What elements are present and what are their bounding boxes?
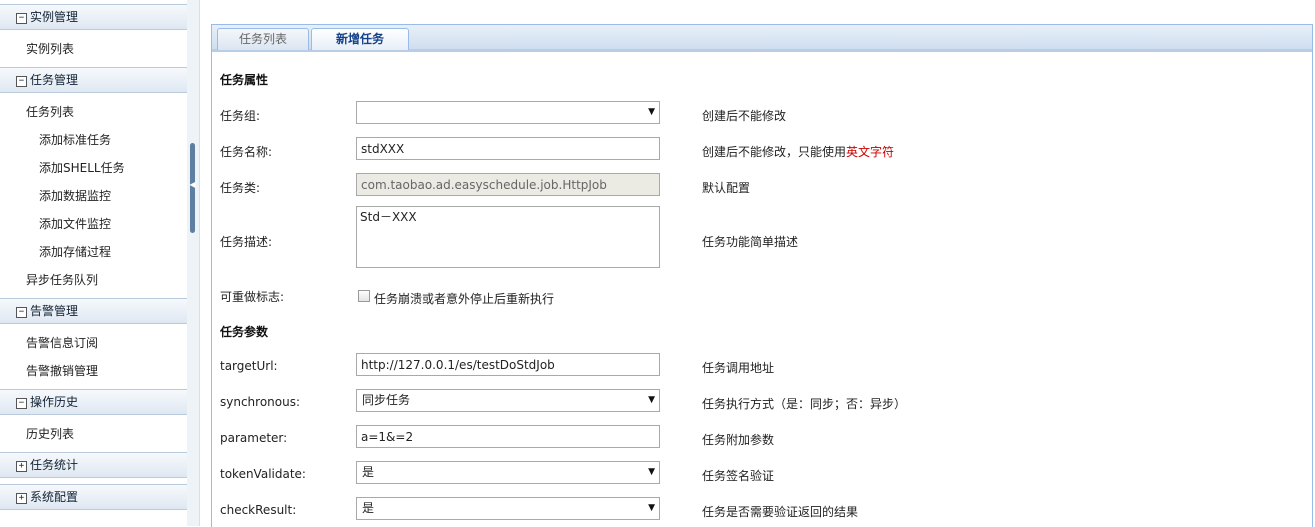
parameter-label: parameter: — [220, 431, 288, 445]
nav-item-add-file-monitor[interactable]: 添加文件监控 — [0, 210, 187, 238]
synchronous-value: 同步任务 — [362, 393, 411, 407]
nav-group-label: 操作历史 — [30, 395, 79, 409]
task-name-hint-highlight: 英文字符 — [846, 145, 895, 159]
task-group-hint: 创建后不能修改 — [702, 109, 787, 123]
check-result-select[interactable]: 是 ▼ — [356, 497, 660, 520]
task-class-hint: 默认配置 — [702, 181, 751, 195]
task-group-select[interactable]: ▼ — [356, 101, 660, 124]
task-class-label: 任务类: — [220, 181, 261, 195]
nav-group-label: 实例管理 — [30, 10, 79, 24]
nav-group-task-statistics[interactable]: + 任务统计 — [0, 452, 187, 478]
collapse-left-icon[interactable]: ◀ — [188, 178, 197, 192]
nav-group-label: 系统配置 — [30, 490, 79, 504]
nav-item-add-data-monitor[interactable]: 添加数据监控 — [0, 182, 187, 210]
redo-checkbox[interactable] — [358, 290, 370, 302]
token-validate-label: tokenValidate: — [220, 467, 306, 481]
nav-item-instance-list[interactable]: 实例列表 — [0, 35, 187, 63]
nav-item-add-stored-procedure[interactable]: 添加存储过程 — [0, 238, 187, 266]
nav-group-system-config[interactable]: + 系统配置 — [0, 484, 187, 510]
synchronous-label: synchronous: — [220, 395, 301, 409]
task-desc-label: 任务描述: — [220, 235, 273, 249]
target-url-input[interactable] — [356, 353, 660, 376]
nav-item-async-task-queue[interactable]: 异步任务队列 — [0, 266, 187, 294]
token-validate-value: 是 — [362, 465, 375, 479]
target-url-label: targetUrl: — [220, 359, 278, 373]
nav-item-alert-subscription[interactable]: 告警信息订阅 — [0, 329, 187, 357]
nav-group-items: 任务列表 添加标准任务 添加SHELL任务 添加数据监控 添加文件监控 添加存储… — [0, 93, 187, 298]
parameter-hint: 任务附加参数 — [702, 433, 775, 447]
minus-box-icon[interactable]: − — [16, 398, 27, 409]
tab-new-task[interactable]: 新增任务 — [311, 28, 409, 50]
task-desc-textarea[interactable]: Std－XXX — [356, 206, 660, 268]
triangle-down-icon: ▼ — [648, 503, 655, 513]
task-group-label: 任务组: — [220, 109, 261, 123]
parameter-input[interactable] — [356, 425, 660, 448]
section-title-params: 任务参数 — [220, 325, 269, 339]
tab-bar: 任务列表 新增任务 — [212, 25, 1312, 52]
nav-group-alert-management[interactable]: − 告警管理 — [0, 298, 187, 324]
token-validate-hint: 任务签名验证 — [702, 469, 775, 483]
check-result-hint: 任务是否需要验证返回的结果 — [702, 505, 859, 519]
nav-group-instance-management[interactable]: − 实例管理 — [0, 4, 187, 30]
synchronous-hint: 任务执行方式（是：同步；否：异步） — [702, 397, 907, 411]
nav-group-items: 告警信息订阅 告警撤销管理 — [0, 324, 187, 389]
nav-group-items: 历史列表 — [0, 415, 187, 452]
nav-group-label: 任务管理 — [30, 73, 79, 87]
nav-group-label: 告警管理 — [30, 304, 79, 318]
plus-box-icon[interactable]: + — [16, 493, 27, 504]
main-panel: 任务列表 新增任务 任务属性 任务组: ▼ 创建后不能修改 任务名称: 创建后不… — [211, 24, 1313, 527]
plus-box-icon[interactable]: + — [16, 461, 27, 472]
triangle-down-icon: ▼ — [648, 107, 655, 117]
task-name-hint: 创建后不能修改，只能使用英文字符 — [702, 143, 894, 160]
check-result-label: checkResult: — [220, 503, 297, 517]
minus-box-icon[interactable]: − — [16, 76, 27, 87]
token-validate-select[interactable]: 是 ▼ — [356, 461, 660, 484]
redo-flag-label: 可重做标志: — [220, 290, 285, 304]
check-result-value: 是 — [362, 501, 375, 515]
triangle-down-icon: ▼ — [648, 467, 655, 477]
target-url-hint: 任务调用地址 — [702, 361, 775, 375]
section-title-attributes: 任务属性 — [220, 73, 269, 87]
minus-box-icon[interactable]: − — [16, 307, 27, 318]
task-name-label: 任务名称: — [220, 145, 273, 159]
sidebar-nav: − 实例管理 实例列表 − 任务管理 任务列表 添加标准任务 添加SHELL任务 添… — [0, 0, 188, 526]
nav-group-label: 任务统计 — [30, 458, 79, 472]
task-name-hint-text: 创建后不能修改，只能使用 — [702, 145, 847, 159]
tab-task-list[interactable]: 任务列表 — [217, 28, 309, 50]
nav-item-alert-revoke[interactable]: 告警撤销管理 — [0, 357, 187, 385]
task-desc-hint: 任务功能简单描述 — [702, 235, 799, 249]
nav-item-task-list[interactable]: 任务列表 — [0, 98, 187, 126]
nav-group-task-management[interactable]: − 任务管理 — [0, 67, 187, 93]
triangle-down-icon: ▼ — [648, 395, 655, 405]
sidebar-splitter[interactable]: ◀ — [187, 0, 200, 526]
nav-group-items: 实例列表 — [0, 30, 187, 67]
minus-box-icon[interactable]: − — [16, 13, 27, 24]
task-name-input[interactable] — [356, 137, 660, 160]
nav-item-add-standard-task[interactable]: 添加标准任务 — [0, 126, 187, 154]
nav-item-add-shell-task[interactable]: 添加SHELL任务 — [0, 154, 187, 182]
synchronous-select[interactable]: 同步任务 ▼ — [356, 389, 660, 412]
task-class-input — [356, 173, 660, 196]
redo-checkbox-label[interactable]: 任务崩溃或者意外停止后重新执行 — [374, 290, 554, 307]
nav-item-history-list[interactable]: 历史列表 — [0, 420, 187, 448]
nav-group-operation-history[interactable]: − 操作历史 — [0, 389, 187, 415]
